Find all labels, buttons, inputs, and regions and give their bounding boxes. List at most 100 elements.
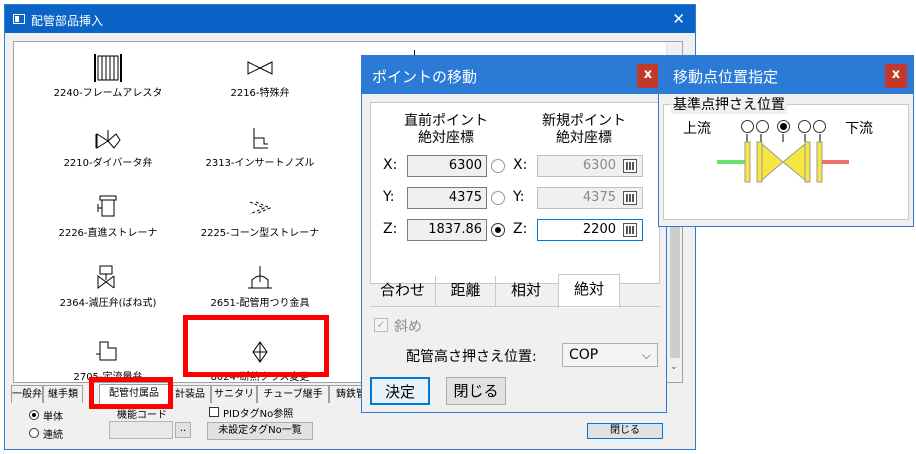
part-label: 2210-ダイバータ弁 bbox=[63, 158, 153, 169]
dialog-title-bar: ポイントの移動 x bbox=[362, 56, 666, 94]
diagonal-checkbox[interactable]: ✓ bbox=[374, 318, 388, 332]
part-item-2216[interactable]: 2216-特殊弁 bbox=[180, 46, 340, 116]
window-icon bbox=[13, 14, 25, 24]
func-code-input[interactable] bbox=[109, 421, 173, 439]
new-y-label: Y: bbox=[513, 189, 525, 205]
special-valve-icon bbox=[247, 61, 273, 75]
tab-instruments[interactable]: 計装品 bbox=[169, 385, 211, 403]
decide-button[interactable]: 決定 bbox=[370, 377, 430, 405]
absolute-coords-panel: 直前ポイント 絶対座標 新規ポイント 絶対座標 X: 6300 X: 6300 … bbox=[370, 102, 660, 284]
prev-header-line2: 絶対座標 bbox=[418, 130, 474, 146]
z-label: Z: bbox=[383, 221, 398, 237]
part-label: 2313-インサートノズル bbox=[205, 158, 315, 169]
new-header-line1: 新規ポイント bbox=[542, 113, 626, 129]
tab-absolute[interactable]: 絶対 bbox=[558, 274, 620, 308]
dialog-title: ポイントの移動 bbox=[372, 68, 478, 86]
strainer-icon bbox=[97, 195, 117, 217]
flame-arrester-icon bbox=[94, 54, 122, 82]
tab-distance[interactable]: 距離 bbox=[436, 276, 496, 306]
calculator-icon[interactable] bbox=[623, 191, 637, 205]
prev-point-header: 直前ポイント 絶対座標 bbox=[391, 113, 501, 147]
reducing-valve-icon bbox=[97, 265, 115, 289]
dialog-title-bar: 移動点位置指定 x bbox=[659, 56, 913, 94]
diagonal-label: 斜め bbox=[394, 319, 422, 335]
part-label: 2216-特殊弁 bbox=[230, 88, 290, 99]
part-label: 2651-配管用つり金具 bbox=[210, 298, 310, 309]
highlight-selected-part bbox=[183, 315, 329, 377]
title-bar: 配管部品挿入 ✕ bbox=[5, 5, 695, 33]
new-point-header: 新規ポイント 絶対座標 bbox=[529, 113, 639, 147]
tab-fittings[interactable]: 継手類 bbox=[43, 385, 83, 403]
valve-diagram bbox=[717, 134, 849, 183]
position-radio-4[interactable] bbox=[798, 120, 811, 133]
position-radio-3[interactable] bbox=[777, 120, 790, 133]
radio-single[interactable] bbox=[29, 410, 39, 420]
close-icon[interactable]: ✕ bbox=[672, 10, 685, 28]
category-tabs: 一般弁 継手類 配管付属品 計装品 サニタリ チューブ継手 鋳鉄管 bbox=[11, 384, 383, 404]
prev-z-field: 1837.86 bbox=[407, 219, 487, 241]
constant-flow-valve-icon bbox=[96, 341, 117, 361]
new-header-line2: 絶対座標 bbox=[556, 130, 612, 146]
part-item-2210[interactable]: 2210-ダイバータ弁 bbox=[28, 116, 188, 186]
tab-divider bbox=[370, 306, 660, 307]
chevron-down-icon: ⌵ bbox=[641, 348, 651, 362]
part-label: 2225-コーン型ストレーナ bbox=[200, 228, 320, 239]
part-item-2226[interactable]: 2226-直進ストレーナ bbox=[28, 186, 188, 256]
group-label: 基準点押さえ位置 bbox=[671, 94, 787, 114]
new-z-label: Z: bbox=[513, 221, 528, 237]
part-label: 2240-フレームアレスタ bbox=[53, 88, 163, 99]
func-code-label: 機能コード bbox=[117, 410, 167, 421]
tab-general-valve[interactable]: 一般弁 bbox=[11, 385, 43, 403]
tab-sanitary[interactable]: サニタリ bbox=[211, 385, 257, 403]
height-position-value: COP bbox=[569, 347, 599, 363]
calculator-icon[interactable] bbox=[623, 223, 637, 237]
pid-checkbox[interactable] bbox=[209, 407, 219, 417]
tab-relative[interactable]: 相対 bbox=[496, 276, 556, 306]
y-label: Y: bbox=[383, 189, 395, 205]
close-icon[interactable]: x bbox=[637, 64, 659, 88]
part-item-2313[interactable]: 2313-インサートノズル bbox=[180, 116, 340, 186]
position-radio-1[interactable] bbox=[741, 120, 754, 133]
calculator-icon[interactable] bbox=[623, 159, 637, 173]
x-label: X: bbox=[383, 157, 398, 173]
browse-button[interactable]: .. bbox=[175, 422, 191, 438]
radio-continuous[interactable] bbox=[29, 428, 39, 438]
point-move-dialog: ポイントの移動 x 直前ポイント 絶対座標 新規ポイント 絶対座標 X: 630… bbox=[361, 55, 667, 413]
height-position-select[interactable]: COP ⌵ bbox=[562, 343, 658, 367]
part-item-2705[interactable]: 2705-定流量弁 bbox=[28, 330, 188, 382]
window-title: 配管部品挿入 bbox=[31, 14, 104, 28]
prev-header-line1: 直前ポイント bbox=[404, 113, 488, 129]
prev-x-field: 6300 bbox=[407, 155, 487, 177]
scroll-down-icon[interactable]: ⌄ bbox=[670, 362, 678, 372]
radio-x[interactable] bbox=[491, 159, 505, 173]
radio-continuous-label: 連続 bbox=[43, 430, 63, 441]
part-item-2240[interactable]: 2240-フレームアレスタ bbox=[28, 46, 188, 116]
highlight-selected-tab bbox=[89, 377, 173, 409]
close-button[interactable]: 閉じる bbox=[587, 423, 663, 439]
dialog-title: 移動点位置指定 bbox=[673, 68, 779, 86]
upstream-label: 上流 bbox=[683, 121, 711, 137]
radio-z[interactable] bbox=[491, 223, 505, 237]
part-label: 2364-減圧弁(ばね式) bbox=[59, 298, 157, 309]
close-dialog-button[interactable]: 閉じる bbox=[446, 377, 506, 405]
diverter-valve-icon bbox=[95, 130, 121, 149]
height-position-label: 配管高さ押さえ位置: bbox=[406, 349, 537, 365]
position-radio-2[interactable] bbox=[756, 120, 769, 133]
pipe-hanger-icon bbox=[248, 266, 272, 289]
pid-checkbox-label: PIDタグNo参照 bbox=[223, 409, 294, 420]
close-icon[interactable]: x bbox=[885, 64, 907, 88]
new-x-label: X: bbox=[513, 157, 528, 173]
radio-single-label: 単体 bbox=[43, 412, 63, 423]
unset-tag-list-button[interactable]: 未設定タグNo一覧 bbox=[207, 422, 313, 440]
tab-align[interactable]: 合わせ bbox=[370, 276, 436, 306]
part-item-2364[interactable]: 2364-減圧弁(ばね式) bbox=[28, 256, 188, 326]
radio-y[interactable] bbox=[491, 191, 505, 205]
cone-strainer-icon bbox=[249, 201, 272, 215]
prev-y-field: 4375 bbox=[407, 187, 487, 209]
insert-nozzle-icon bbox=[253, 128, 268, 149]
part-label: 2226-直進ストレーナ bbox=[58, 228, 158, 239]
position-radio-5[interactable] bbox=[813, 120, 826, 133]
move-point-position-dialog: 移動点位置指定 x 基準点押さえ位置 上流 下流 bbox=[658, 55, 914, 227]
tab-tube-fittings[interactable]: チューブ継手 bbox=[257, 385, 329, 403]
part-item-2225[interactable]: 2225-コーン型ストレーナ bbox=[180, 186, 340, 256]
